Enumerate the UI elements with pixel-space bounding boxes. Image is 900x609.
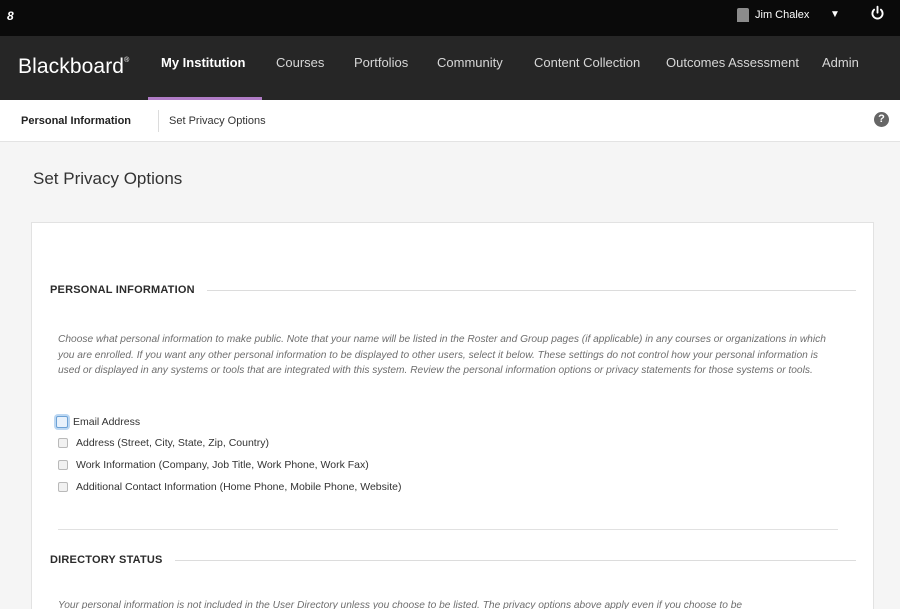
main-nav: Blackboard® My Institution Courses Portf…	[0, 36, 900, 100]
tab-courses[interactable]: Courses	[276, 36, 324, 100]
section-divider	[58, 529, 838, 530]
breadcrumb-set-privacy-options: Set Privacy Options	[169, 115, 266, 127]
option-additional-contact[interactable]: Additional Contact Information (Home Pho…	[58, 481, 401, 493]
privacy-options-panel: PERSONAL INFORMATION Choose what persona…	[31, 222, 874, 609]
tab-admin[interactable]: Admin	[822, 36, 859, 100]
breadcrumb: Personal Information Set Privacy Options…	[0, 100, 900, 142]
user-avatar-icon	[737, 8, 749, 22]
option-address[interactable]: Address (Street, City, State, Zip, Count…	[58, 437, 269, 449]
page-title: Set Privacy Options	[33, 169, 183, 188]
tab-portfolios[interactable]: Portfolios	[354, 36, 408, 100]
directory-status-section-heading: DIRECTORY STATUS	[50, 554, 856, 566]
work-information-checkbox[interactable]	[58, 460, 68, 470]
address-checkbox[interactable]	[58, 438, 68, 448]
power-icon[interactable]	[869, 5, 886, 22]
option-work-information[interactable]: Work Information (Company, Job Title, Wo…	[58, 459, 369, 471]
breadcrumb-personal-information[interactable]: Personal Information	[21, 115, 131, 127]
personal-information-description: Choose what personal information to make…	[58, 334, 826, 376]
tab-community[interactable]: Community	[437, 36, 503, 100]
blackboard-mark-icon: 8	[7, 9, 14, 23]
tab-content-collection[interactable]: Content Collection	[534, 36, 640, 100]
personal-information-section-heading: PERSONAL INFORMATION	[50, 284, 856, 296]
additional-contact-checkbox[interactable]	[58, 482, 68, 492]
directory-status-description: Your personal information is not include…	[58, 600, 743, 609]
tab-my-institution[interactable]: My Institution	[148, 36, 261, 100]
help-icon[interactable]: ?	[874, 112, 889, 127]
top-utility-bar: 8 Jim Chalex ▼	[0, 0, 900, 36]
caret-down-icon[interactable]: ▼	[830, 9, 840, 20]
email-address-checkbox[interactable]	[56, 416, 68, 428]
tab-outcomes-assessment[interactable]: Outcomes Assessment	[666, 36, 799, 100]
user-menu[interactable]: Jim Chalex	[737, 8, 809, 22]
breadcrumb-divider	[158, 110, 159, 132]
brand-logo[interactable]: Blackboard®	[18, 55, 129, 79]
option-email-address[interactable]: Email Address	[56, 416, 140, 428]
user-name[interactable]: Jim Chalex	[755, 9, 809, 21]
